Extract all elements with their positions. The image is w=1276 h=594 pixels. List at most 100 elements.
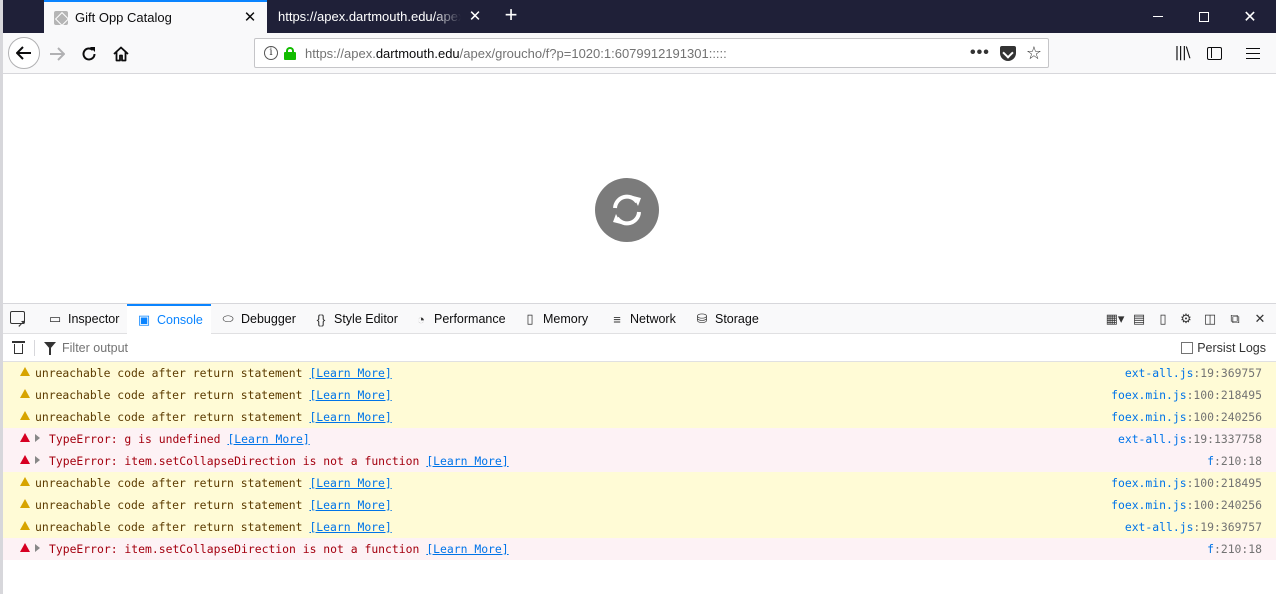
close-tab-icon[interactable]: ✕ — [467, 8, 483, 25]
separate-window-button[interactable]: ⧉ — [1227, 310, 1243, 328]
console-warning-message[interactable]: unreachable code after return statement[… — [0, 472, 1276, 494]
console-error-message[interactable]: TypeError: item.setCollapseDirection is … — [0, 538, 1276, 560]
console-error-message[interactable]: TypeError: g is undefined [Learn More] ext… — [0, 428, 1276, 450]
back-arrow-icon — [16, 46, 31, 60]
close-devtools-button[interactable]: ✕ — [1252, 310, 1268, 328]
home-button[interactable] — [106, 39, 136, 69]
library-button[interactable]: |||\ — [1168, 39, 1196, 67]
learn-more-link[interactable]: [Learn More] — [309, 520, 391, 534]
frame-selector-button[interactable]: ▦▾ — [1102, 310, 1128, 328]
learn-more-link[interactable]: [Learn More] — [309, 388, 391, 402]
message-text: TypeError: item.setCollapseDirection is … — [49, 454, 509, 468]
secure-lock-icon[interactable] — [284, 46, 296, 60]
tab-performance[interactable]: ◔ Performance — [414, 304, 506, 334]
storage-icon: ⛁ — [696, 311, 708, 326]
close-tab-icon[interactable]: ✕ — [242, 9, 258, 26]
filter-icon[interactable] — [44, 342, 56, 355]
reload-button[interactable] — [74, 39, 104, 69]
dock-side-button[interactable]: ◫ — [1202, 310, 1218, 328]
console-warning-message[interactable]: unreachable code after return statement[… — [0, 406, 1276, 428]
error-icon — [20, 433, 30, 442]
bookmark-star-icon[interactable]: ☆ — [1026, 43, 1042, 64]
site-info-icon[interactable]: i — [264, 46, 278, 60]
close-icon: ✕ — [1254, 311, 1266, 326]
message-source-link[interactable]: ext-all.js:19:369757 — [1125, 520, 1262, 534]
console-warning-message[interactable]: unreachable code after return statement[… — [0, 362, 1276, 384]
devtools-panel: ➚ ▭ Inspector ▣ Console ⬭ Debugger {} St… — [0, 303, 1276, 594]
persist-logs-checkbox[interactable] — [1181, 342, 1194, 354]
pocket-icon[interactable] — [999, 45, 1016, 61]
minimize-window-button[interactable] — [1135, 0, 1181, 33]
expand-stack-icon[interactable] — [35, 434, 40, 442]
page-content — [0, 74, 1276, 303]
tab-gift-opp-catalog[interactable]: Gift Opp Catalog ✕ — [44, 0, 267, 33]
learn-more-link[interactable]: [Learn More] — [426, 454, 508, 468]
warning-icon — [20, 389, 30, 398]
tab-network[interactable]: ≡ Network — [610, 304, 676, 334]
page-actions-menu-icon[interactable]: ••• — [970, 44, 990, 62]
tab-memory[interactable]: ▯ Memory — [523, 304, 588, 334]
open-menu-button[interactable] — [1239, 39, 1267, 67]
address-bar[interactable]: i https://apex.dartmouth.edu/apex/grouch… — [254, 38, 1049, 68]
message-source-link[interactable]: foex.min.js:100:240256 — [1111, 498, 1262, 512]
tab-storage[interactable]: ⛁ Storage — [695, 304, 759, 334]
message-text: unreachable code after return statement[… — [35, 519, 392, 534]
forward-button[interactable] — [42, 39, 72, 69]
network-icon: ≡ — [613, 311, 621, 327]
learn-more-link[interactable]: [Learn More] — [309, 410, 391, 424]
url-host: dartmouth.edu — [375, 45, 460, 61]
new-tab-button[interactable]: + — [500, 4, 522, 28]
message-source-link[interactable]: f:210:18 — [1207, 454, 1262, 468]
tab-inspector[interactable]: ▭ Inspector — [48, 304, 120, 334]
console-filter-bar: Persist Logs — [0, 334, 1276, 362]
warning-icon — [20, 367, 30, 376]
site-favicon-icon — [54, 10, 68, 25]
url-text[interactable]: https://apex.dartmouth.edu/apex/groucho/… — [305, 46, 727, 61]
screenshot-button[interactable]: ▯ — [1155, 310, 1171, 328]
message-source-link[interactable]: f:210:18 — [1207, 542, 1262, 556]
tab-title: Gift Opp Catalog — [75, 10, 172, 25]
back-button[interactable] — [8, 37, 40, 69]
style-editor-icon: {} — [316, 311, 326, 327]
console-warning-message[interactable]: unreachable code after return statement[… — [0, 384, 1276, 406]
message-source-link[interactable]: ext-all.js:19:369757 — [1125, 366, 1262, 380]
learn-more-link[interactable]: [Learn More] — [309, 366, 391, 380]
message-source-link[interactable]: ext-all.js:19:1337758 — [1118, 432, 1262, 446]
error-icon — [20, 543, 30, 552]
warning-icon — [20, 411, 30, 420]
tab-style-editor[interactable]: {} Style Editor — [314, 304, 398, 334]
filter-output-input[interactable] — [62, 338, 1162, 358]
expand-stack-icon[interactable] — [35, 456, 40, 464]
tab-apex-url[interactable]: https://apex.dartmouth.edu/apex/groucho/… — [268, 0, 492, 33]
close-icon: ✕ — [1243, 8, 1257, 26]
warning-icon — [20, 499, 30, 508]
tab-console[interactable]: ▣ Console — [127, 304, 211, 334]
element-picker-icon[interactable]: ➚ — [10, 311, 28, 330]
responsive-icon: ▤ — [1132, 311, 1146, 326]
persist-logs-toggle[interactable]: Persist Logs — [1181, 341, 1266, 355]
tab-debugger[interactable]: ⬭ Debugger — [221, 304, 295, 334]
close-window-button[interactable]: ✕ — [1227, 0, 1273, 33]
message-text: unreachable code after return statement[… — [35, 475, 392, 490]
responsive-design-button[interactable]: ▤ — [1131, 310, 1147, 328]
clear-console-trash-icon[interactable] — [12, 340, 25, 355]
learn-more-link[interactable]: [Learn More] — [426, 542, 508, 556]
learn-more-link[interactable]: [Learn More] — [309, 476, 391, 490]
message-source-link[interactable]: foex.min.js:100:240256 — [1111, 410, 1262, 424]
device-icon: ▯ — [1159, 311, 1167, 326]
sidebars-button[interactable] — [1200, 39, 1228, 67]
message-source-link[interactable]: foex.min.js:100:218495 — [1111, 388, 1262, 402]
frames-icon: ▦▾ — [1105, 311, 1125, 326]
learn-more-link[interactable]: [Learn More] — [227, 432, 309, 446]
message-source-link[interactable]: foex.min.js:100:218495 — [1111, 476, 1262, 490]
loading-spinner-icon — [595, 178, 659, 242]
learn-more-link[interactable]: [Learn More] — [309, 498, 391, 512]
maximize-window-button[interactable] — [1181, 0, 1227, 33]
devtools-settings-button[interactable]: ⚙ — [1178, 310, 1194, 328]
console-output: unreachable code after return statement[… — [0, 362, 1276, 560]
console-warning-message[interactable]: unreachable code after return statement[… — [0, 494, 1276, 516]
console-error-message[interactable]: TypeError: item.setCollapseDirection is … — [0, 450, 1276, 472]
expand-stack-icon[interactable] — [35, 544, 40, 552]
console-warning-message[interactable]: unreachable code after return statement[… — [0, 516, 1276, 538]
hamburger-menu-icon — [1246, 47, 1260, 59]
